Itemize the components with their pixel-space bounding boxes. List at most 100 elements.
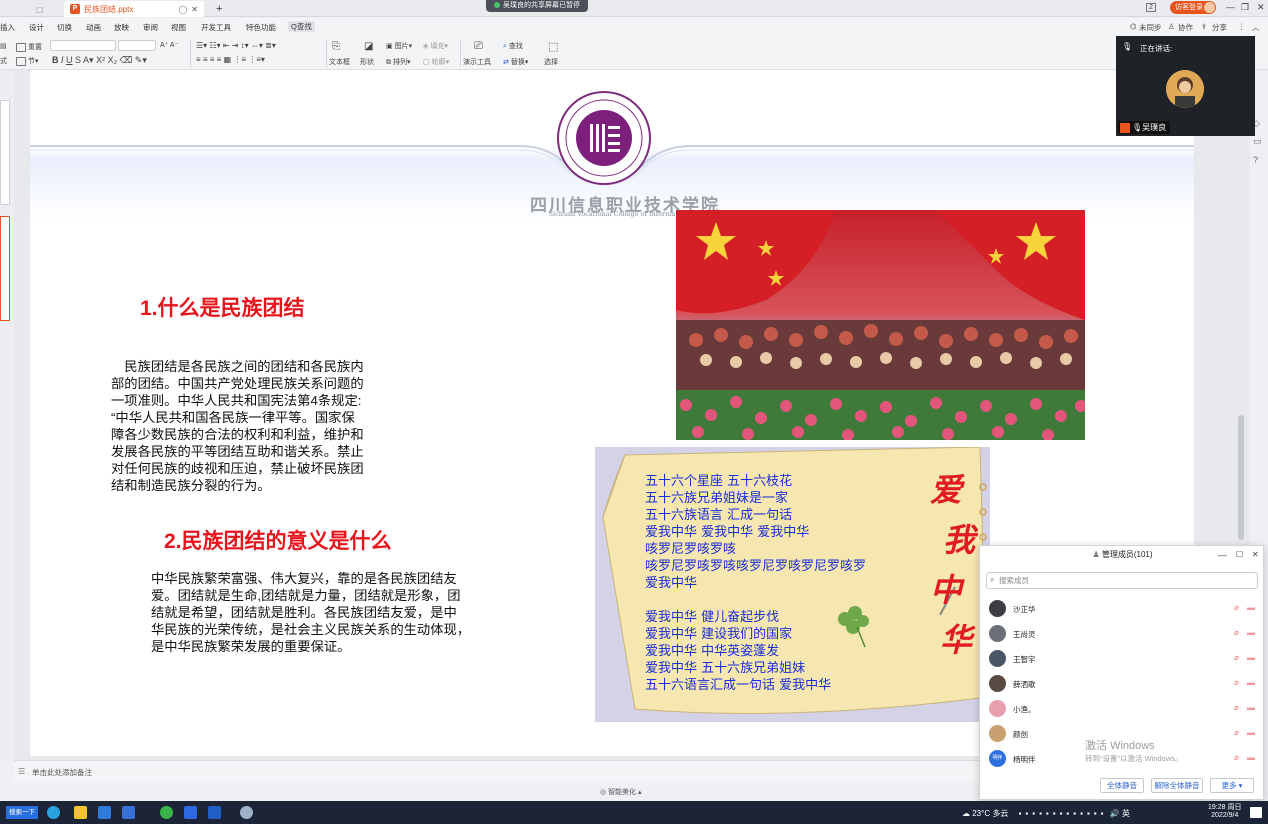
- mic-muted-icon[interactable]: ⌀: [1234, 728, 1243, 737]
- outline-button[interactable]: ▢ 轮廓▾: [423, 57, 449, 67]
- menu-slideshow[interactable]: 放映: [114, 22, 129, 33]
- slide-thumbnail[interactable]: [0, 100, 10, 205]
- side-tool-icon[interactable]: ▭: [1253, 136, 1262, 147]
- style-label[interactable]: 式: [0, 56, 7, 66]
- mail-icon[interactable]: [98, 806, 111, 819]
- meeting-app-icon[interactable]: [184, 806, 197, 819]
- align-icons[interactable]: ≡ ≡ ≡ ≡ ▦ ⋮≡ ⋮≡▾: [196, 55, 265, 64]
- member-row[interactable]: 沙正华 ⌀ ▬: [980, 596, 1265, 621]
- picture-button[interactable]: ▣ 图片▾: [386, 41, 412, 51]
- menu-features[interactable]: 特色功能: [246, 22, 276, 33]
- present-tools-button[interactable]: 演示工具: [463, 57, 491, 67]
- restore-icon[interactable]: ❐: [1241, 2, 1249, 13]
- member-row[interactable]: 王智宇 ⌀ ▬: [980, 646, 1265, 671]
- store-icon[interactable]: [122, 806, 135, 819]
- member-row[interactable]: 王尚灵 ⌀ ▬: [980, 621, 1265, 646]
- menu-developer[interactable]: 开发工具: [201, 22, 231, 33]
- mic-muted-icon[interactable]: ⌀: [1234, 753, 1243, 762]
- tab-home[interactable]: ▢: [30, 1, 50, 17]
- collapse-ribbon-icon[interactable]: ︿: [1252, 22, 1260, 33]
- tab-close-icon[interactable]: ✕: [191, 5, 198, 14]
- vertical-scrollbar-thumb[interactable]: [1238, 415, 1244, 540]
- share-icon: ⇪: [1201, 22, 1208, 31]
- mic-muted-icon[interactable]: ⌀: [1234, 678, 1243, 687]
- tab-pin-icon[interactable]: ◯: [178, 5, 187, 14]
- unmute-all-button[interactable]: 解除全体静音: [1151, 778, 1203, 793]
- taskbar-search-button[interactable]: 搜索一下: [6, 806, 38, 819]
- tray-icons[interactable]: ▪▪▪▪▪▪▪▪▪▪▪▪▪: [1019, 809, 1108, 818]
- section-button[interactable]: 节▾: [16, 56, 39, 66]
- speaker-avatar: [1166, 70, 1204, 108]
- mute-all-button[interactable]: 全体静音: [1100, 778, 1144, 793]
- panel-minimize-icon[interactable]: —: [1218, 550, 1227, 560]
- help-icon[interactable]: ?: [1253, 155, 1258, 165]
- text-format-icons[interactable]: B I U S A▾ X² X₂ ⌫ ✎▾: [52, 55, 147, 66]
- camera-off-icon[interactable]: ▬: [1247, 678, 1256, 687]
- menu-search[interactable]: Q查找: [288, 21, 315, 32]
- menu-review[interactable]: 审阅: [143, 22, 158, 33]
- mic-muted-icon[interactable]: ⌀: [1234, 628, 1243, 637]
- minimize-icon[interactable]: —: [1226, 2, 1235, 12]
- chat-app-icon[interactable]: [160, 806, 173, 819]
- camera-off-icon[interactable]: ▬: [1247, 653, 1256, 662]
- menu-animation[interactable]: 动画: [86, 22, 101, 33]
- camera-off-icon[interactable]: ▬: [1247, 753, 1256, 762]
- collab-button[interactable]: 协作: [1178, 22, 1193, 33]
- mic-muted-icon[interactable]: ⌀: [1234, 703, 1243, 712]
- sync-status[interactable]: 未同步: [1139, 22, 1162, 33]
- notes-placeholder[interactable]: 单击此处添加备注: [32, 767, 92, 778]
- camera-off-icon[interactable]: ▬: [1247, 703, 1256, 712]
- clock[interactable]: 19:28 周日 2022/9/4: [1208, 804, 1241, 820]
- ime-indicator[interactable]: 英: [1122, 809, 1130, 818]
- pptx-file-icon: P: [70, 4, 80, 14]
- volume-icon[interactable]: 🔊: [1110, 809, 1120, 818]
- speaker-video-panel[interactable]: 🎙 正在讲话: 🎙吴璞良: [1116, 36, 1255, 136]
- reset-button[interactable]: 重置: [16, 42, 42, 52]
- cloud-app-icon[interactable]: [240, 806, 253, 819]
- font-name-select[interactable]: [50, 40, 116, 51]
- taskbar: 搜索一下 ☁ 23°C 多云 ▪▪▪▪▪▪▪▪▪▪▪▪▪ 🔊 英 19:28 周…: [0, 801, 1268, 824]
- slide-thumbnail-selected[interactable]: [0, 216, 10, 321]
- notification-icon[interactable]: [1250, 807, 1262, 818]
- member-row[interactable]: 小渔。 ⌀ ▬: [980, 696, 1265, 721]
- replace-button[interactable]: ⇄ 替换▾: [503, 57, 528, 67]
- close-icon[interactable]: ✕: [1257, 2, 1265, 13]
- menu-transition[interactable]: 切换: [57, 22, 72, 33]
- camera-off-icon[interactable]: ▬: [1247, 728, 1256, 737]
- textbox-button[interactable]: 文本框: [329, 57, 350, 67]
- menu-design[interactable]: 设计: [29, 22, 44, 33]
- panel-maximize-icon[interactable]: ☐: [1236, 550, 1243, 559]
- beautify-button[interactable]: ◎ 智能美化 ▴: [600, 787, 642, 797]
- mic-muted-icon[interactable]: ⌀: [1234, 603, 1243, 612]
- member-row[interactable]: 薛洒歌 ⌀ ▬: [980, 671, 1265, 696]
- fill-button[interactable]: ◈ 填充▾: [423, 41, 448, 51]
- screen-share-banner[interactable]: 吴璞良的共享屏幕已暂停: [486, 0, 588, 12]
- font-grow-icon[interactable]: A⁺ A⁻: [160, 41, 178, 49]
- camera-off-icon[interactable]: ▬: [1247, 603, 1256, 612]
- select-button[interactable]: 选择: [544, 57, 558, 67]
- more-menu-icon[interactable]: ⋮: [1238, 22, 1246, 31]
- paragraph-icons[interactable]: ☰▾ ☷▾ ⇤ ⇥ ↕▾ ⇔▾ ≣▾: [196, 41, 276, 50]
- new-tab-button[interactable]: +: [210, 1, 228, 17]
- panel-close-icon[interactable]: ✕: [1252, 550, 1259, 559]
- member-search-input[interactable]: 搜索成员: [986, 572, 1258, 589]
- guest-login-button[interactable]: 访客登录: [1170, 1, 1216, 14]
- shape-button[interactable]: 形状: [360, 57, 374, 67]
- page-indicator[interactable]: 2: [1146, 3, 1156, 12]
- tab-document[interactable]: P 民族团结.pptx ◯ ✕: [64, 1, 204, 17]
- more-button[interactable]: 更多 ▾: [1210, 778, 1254, 793]
- mic-muted-icon[interactable]: ⌀: [1234, 653, 1243, 662]
- menu-view[interactable]: 视图: [171, 22, 186, 33]
- layout-icon[interactable]: ▤: [0, 42, 7, 50]
- arrange-button[interactable]: ⧉ 排列▾: [386, 57, 410, 67]
- menu-insert[interactable]: 插入: [0, 22, 15, 33]
- camera-off-icon[interactable]: ▬: [1247, 628, 1256, 637]
- share-button[interactable]: 分享: [1212, 22, 1227, 33]
- edge-browser-icon[interactable]: [47, 806, 60, 819]
- file-explorer-icon[interactable]: [74, 806, 87, 819]
- mic-small-icon: 🎙: [1132, 123, 1143, 132]
- find-button[interactable]: ⌕ 查找: [503, 41, 523, 51]
- whiteboard-icon[interactable]: [208, 806, 221, 819]
- font-size-select[interactable]: [118, 40, 156, 51]
- weather-text[interactable]: 23°C 多云: [972, 809, 1008, 818]
